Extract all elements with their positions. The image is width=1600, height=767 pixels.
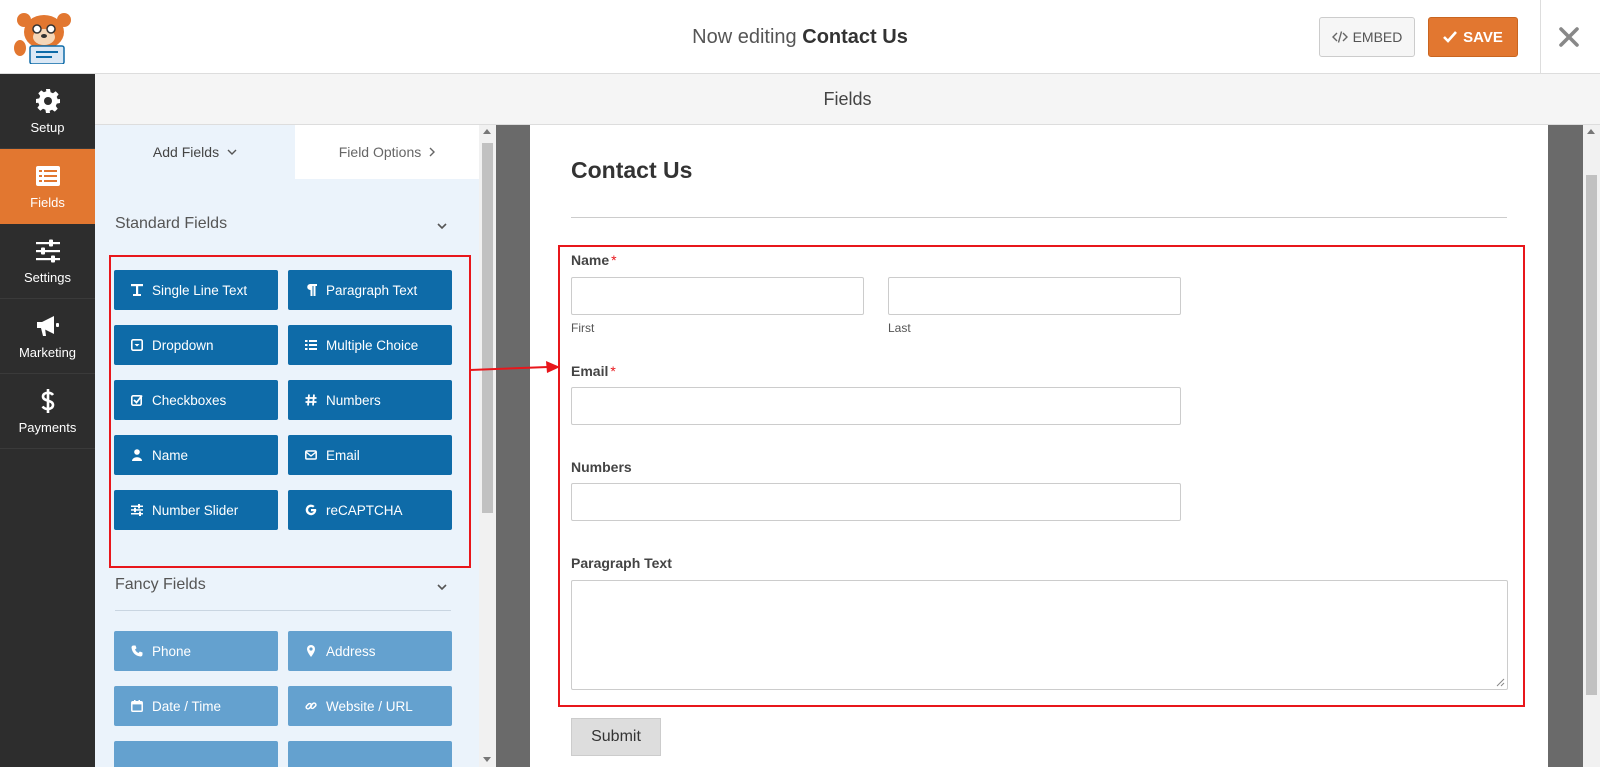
tab-label: Field Options [338,144,422,160]
sidebar-item-payments[interactable]: Payments [0,374,95,449]
map-marker-icon [307,645,315,657]
panel-scrollbar[interactable] [479,125,496,767]
sidebar-item-settings[interactable]: Settings [0,224,95,299]
preview-scrollbar[interactable] [1583,125,1600,767]
sidebar-item-marketing[interactable]: Marketing [0,299,95,374]
field-button-phone[interactable]: Phone [114,631,278,671]
scroll-down-arrow-icon[interactable] [483,757,491,762]
phone-icon [131,645,143,657]
sliders-icon [35,239,60,262]
field-button-label: Website / URL [326,698,413,714]
sidebar-item-fields[interactable]: Fields [0,149,95,224]
sidebar-item-label: Setup [30,119,65,135]
field-button-label: Address [326,643,376,659]
field-button-label: Date / Time [152,698,222,714]
sidebar-item-label: Settings [24,269,71,285]
megaphone-icon [36,315,59,336]
sidebar-item-label: Marketing [18,344,77,360]
save-button[interactable]: SAVE [1428,17,1518,57]
submit-button[interactable]: Submit [571,718,661,756]
field-button-partial[interactable] [114,741,278,767]
chevron-down-icon [227,149,237,155]
close-icon[interactable] [1554,22,1584,52]
top-bar: Now editing Contact Us EMBED SAVE [0,0,1600,74]
field-button-address[interactable]: Address [288,631,452,671]
sidebar-item-label: Fields [30,194,65,210]
builder-sidebar: Setup Fields Settings Marketing Payments [0,74,95,767]
form-title: Contact Us [571,157,693,183]
sidebar-item-setup[interactable]: Setup [0,74,95,149]
checkmark-icon [1443,31,1458,43]
chevron-right-icon [429,147,436,157]
embed-button[interactable]: EMBED [1319,17,1415,57]
tab-add-fields[interactable]: Add Fields [95,125,295,179]
field-button-partial[interactable] [288,741,452,767]
section-divider [115,610,451,611]
annotation-highlight-standard-fields [109,255,471,568]
save-label: SAVE [1463,28,1503,46]
standard-fields-title: Standard Fields [115,215,228,232]
tab-field-options[interactable]: Field Options [295,125,479,179]
fancy-fields-title: Fancy Fields [115,576,206,593]
dollar-icon [40,388,54,413]
annotation-highlight-form-fields [558,245,1525,707]
embed-label: EMBED [1352,29,1403,45]
fields-list-icon [35,165,60,186]
close-divider [1540,0,1541,74]
form-title-divider [571,217,1507,218]
chevron-down-icon[interactable] [435,580,449,594]
field-button-date-time[interactable]: Date / Time [114,686,278,726]
title-prefix: Now editing [692,26,797,48]
gear-icon [35,88,60,113]
sidebar-item-label: Payments [18,419,77,435]
scrollbar-thumb[interactable] [482,143,493,513]
calendar-icon [131,700,143,712]
panel-tabs: Add Fields Field Options [95,125,479,179]
scrollbar-thumb[interactable] [1586,175,1597,695]
chevron-down-icon[interactable] [435,219,449,233]
field-button-label: Phone [152,643,192,659]
code-icon [1331,31,1348,43]
title-form-name: Contact Us [802,26,908,48]
field-button-website-url[interactable]: Website / URL [288,686,452,726]
scroll-up-arrow-icon[interactable] [1587,129,1595,134]
section-header: Fields [95,74,1600,125]
scroll-up-arrow-icon[interactable] [483,129,491,134]
tab-label: Add Fields [152,144,220,160]
annotation-arrow-icon [470,361,560,373]
link-icon [305,702,317,710]
